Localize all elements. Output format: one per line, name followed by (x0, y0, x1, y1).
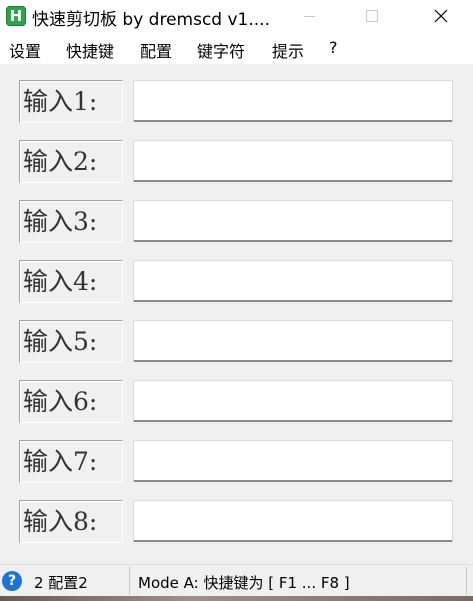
minimize-button[interactable] (286, 0, 332, 32)
status-divider-end (466, 567, 467, 595)
minimize-icon (303, 15, 315, 17)
maximize-button[interactable] (349, 0, 395, 32)
maximize-icon (366, 10, 378, 22)
close-icon (434, 9, 448, 23)
input-field-5[interactable] (133, 320, 453, 362)
window-title: 快速剪切板 by dremscd v1.... (32, 10, 270, 30)
input-field-4[interactable] (133, 260, 453, 302)
menu-help[interactable]: ? (329, 38, 338, 57)
input-label-1: 输入1: (19, 80, 123, 123)
status-config: 2 配置2 (34, 574, 88, 592)
input-label-3: 输入3: (19, 200, 123, 243)
desktop-background-strip (0, 596, 473, 601)
input-field-8[interactable] (133, 500, 453, 542)
input-label-5: 输入5: (19, 320, 123, 363)
menu-key-chars[interactable]: 键字符 (197, 38, 245, 62)
app-icon: H (6, 6, 26, 26)
input-label-4: 输入4: (19, 260, 123, 303)
input-label-7: 输入7: (19, 440, 123, 483)
status-divider (129, 567, 130, 595)
close-button[interactable] (418, 0, 464, 32)
status-mode: Mode A: 快捷键为 [ F1 ... F8 ] (138, 574, 350, 592)
question-icon[interactable]: ? (2, 571, 22, 591)
menu-tips[interactable]: 提示 (272, 38, 304, 62)
input-field-3[interactable] (133, 200, 453, 242)
input-panel: 输入1: 输入2: 输入3: 输入4: 输入5: 输入6: 输入7: 输入8: (0, 64, 473, 564)
input-field-1[interactable] (133, 80, 453, 122)
input-label-6: 输入6: (19, 380, 123, 423)
input-field-7[interactable] (133, 440, 453, 482)
input-label-2: 输入2: (19, 140, 123, 183)
input-field-6[interactable] (133, 380, 453, 422)
menu-hotkeys[interactable]: 快捷键 (66, 38, 114, 62)
menu-settings[interactable]: 设置 (9, 38, 41, 62)
menu-bar: 设置 快捷键 配置 键字符 提示 ? (0, 32, 473, 64)
input-label-8: 输入8: (19, 500, 123, 543)
input-field-2[interactable] (133, 140, 453, 182)
menu-config[interactable]: 配置 (140, 38, 172, 62)
title-bar[interactable]: H 快速剪切板 by dremscd v1.... (0, 0, 473, 32)
